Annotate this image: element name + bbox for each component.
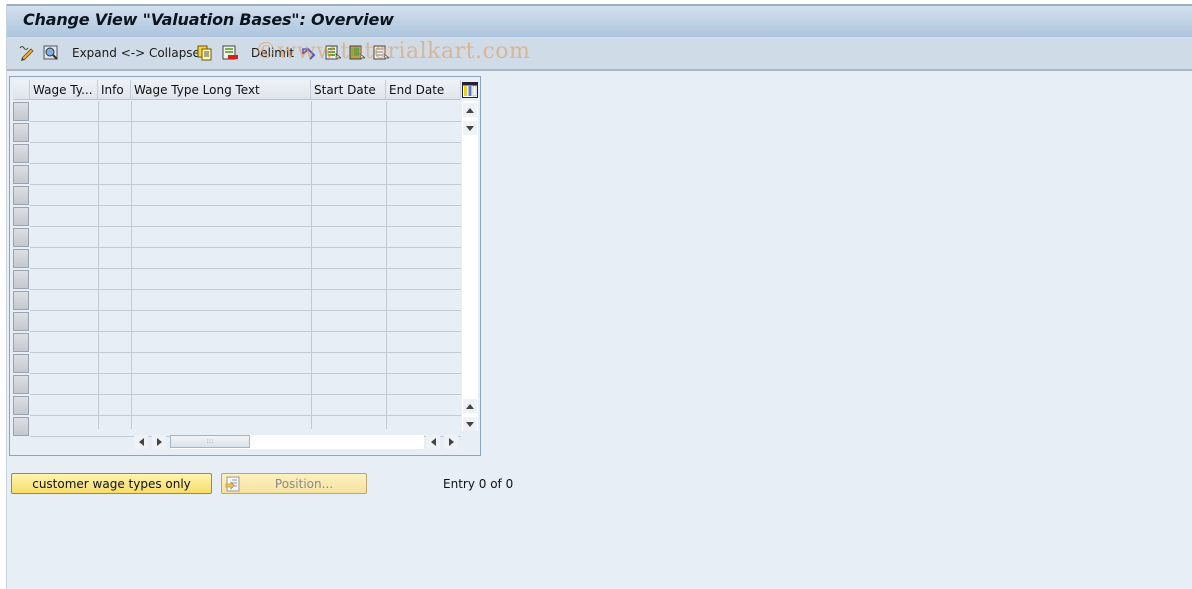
expand-collapse-button[interactable]: Expand <-> Collapse xyxy=(72,43,200,63)
row-selector[interactable] xyxy=(13,291,29,310)
display-change-button[interactable] xyxy=(19,43,35,63)
table-row[interactable] xyxy=(30,101,461,122)
delete-icon xyxy=(222,45,238,61)
position-button[interactable]: Position... xyxy=(221,473,367,494)
scroll-far-right-button[interactable] xyxy=(444,435,458,449)
table-row[interactable] xyxy=(30,185,461,206)
column-header-info[interactable]: Info xyxy=(98,80,131,100)
scroll-down-button[interactable] xyxy=(463,121,477,135)
table-row[interactable] xyxy=(30,269,461,290)
table-row[interactable] xyxy=(30,311,461,332)
table-row[interactable] xyxy=(30,248,461,269)
select-all-button[interactable] xyxy=(325,43,342,63)
column-header-start-date[interactable]: Start Date xyxy=(311,80,386,100)
column-header-wage-type[interactable]: Wage Ty... xyxy=(30,80,98,100)
select-all-icon xyxy=(325,45,342,61)
table-row[interactable] xyxy=(30,332,461,353)
deselect-all-button[interactable] xyxy=(373,43,390,63)
table-row[interactable] xyxy=(30,164,461,185)
vertical-scrollbar[interactable] xyxy=(462,101,478,431)
column-header-long-text[interactable]: Wage Type Long Text xyxy=(131,80,311,100)
row-selector[interactable] xyxy=(13,312,29,331)
table-row[interactable] xyxy=(30,143,461,164)
column-divider xyxy=(131,101,132,429)
row-selector[interactable] xyxy=(13,270,29,289)
table-row[interactable] xyxy=(30,290,461,311)
row-selector[interactable] xyxy=(13,186,29,205)
column-divider xyxy=(311,101,312,429)
scroll-right-button[interactable] xyxy=(152,435,166,449)
deselect-all-icon xyxy=(373,45,390,61)
main-window: Change View "Valuation Bases": Overview … xyxy=(6,4,1192,589)
table-row[interactable] xyxy=(30,395,461,416)
table-row[interactable] xyxy=(30,227,461,248)
row-selector[interactable] xyxy=(13,417,29,436)
row-selector[interactable] xyxy=(13,396,29,415)
row-selector[interactable] xyxy=(13,228,29,247)
position-button-label: Position... xyxy=(274,477,334,491)
select-block-icon xyxy=(349,45,366,61)
row-selector[interactable] xyxy=(13,123,29,142)
table-row[interactable] xyxy=(30,374,461,395)
row-selector[interactable] xyxy=(13,333,29,352)
row-selector[interactable] xyxy=(13,165,29,184)
row-selector[interactable] xyxy=(13,354,29,373)
page-title: Change View "Valuation Bases": Overview xyxy=(23,10,394,29)
title-bar: Change View "Valuation Bases": Overview xyxy=(7,4,1192,37)
row-selector[interactable] xyxy=(13,102,29,121)
delimit-button[interactable]: Delimit xyxy=(251,43,294,63)
entry-counter: Entry 0 of 0 xyxy=(443,477,514,491)
valuation-bases-table: Wage Ty... Info Wage Type Long Text Star… xyxy=(9,76,481,456)
page-up-button[interactable] xyxy=(463,399,477,413)
copy-button[interactable] xyxy=(197,43,213,63)
column-settings-button[interactable] xyxy=(461,80,478,100)
display-change-icon xyxy=(19,45,35,61)
horizontal-scrollbar[interactable]: ::: xyxy=(134,435,458,449)
select-all-rows-cell[interactable] xyxy=(13,80,30,100)
row-selector[interactable] xyxy=(13,144,29,163)
customer-wage-types-only-button[interactable]: customer wage types only xyxy=(11,473,212,494)
find-button[interactable] xyxy=(43,43,59,63)
table-row[interactable] xyxy=(30,416,461,437)
select-block-button[interactable] xyxy=(349,43,366,63)
scroll-up-button[interactable] xyxy=(463,103,477,117)
row-selector[interactable] xyxy=(13,375,29,394)
scroll-thumb[interactable]: ::: xyxy=(170,435,250,448)
column-divider xyxy=(386,101,387,429)
copy-icon xyxy=(197,45,213,61)
row-selector[interactable] xyxy=(13,207,29,226)
delete-button[interactable] xyxy=(222,43,238,63)
scroll-left-button[interactable] xyxy=(134,435,148,449)
table-row[interactable] xyxy=(30,353,461,374)
scroll-track[interactable]: ::: xyxy=(170,435,424,449)
undo-icon xyxy=(301,45,317,61)
column-settings-icon xyxy=(461,82,478,98)
scroll-far-left-button[interactable] xyxy=(426,435,440,449)
watermark: ©www.tutorialkart.com xyxy=(255,39,531,64)
table-row[interactable] xyxy=(30,122,461,143)
find-icon xyxy=(43,45,59,61)
table-row[interactable] xyxy=(30,206,461,227)
column-divider xyxy=(98,101,99,429)
column-header-end-date[interactable]: End Date xyxy=(386,80,461,100)
row-selector[interactable] xyxy=(13,249,29,268)
undo-button[interactable] xyxy=(301,43,317,63)
application-toolbar: Expand <-> Collapse Delimit ©www.tutoria… xyxy=(7,37,1192,71)
page-down-button[interactable] xyxy=(463,417,477,431)
